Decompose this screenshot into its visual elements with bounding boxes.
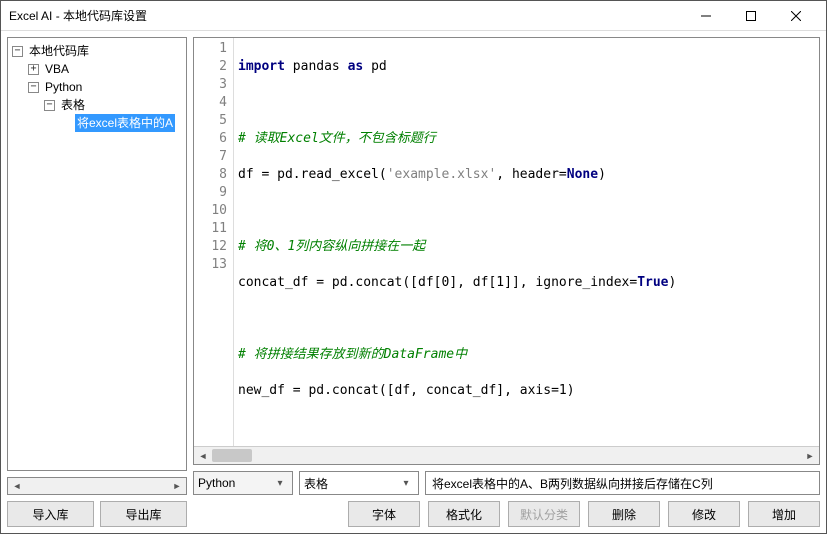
add-button[interactable]: 增加 (748, 501, 820, 527)
chevron-down-icon: ▾ (272, 478, 288, 489)
tree-leaf-selected[interactable]: 将excel表格中的A (10, 114, 184, 132)
tree-hscrollbar[interactable]: ◄ ► (7, 477, 187, 495)
expand-icon[interactable]: + (28, 64, 39, 75)
app-window: Excel AI - 本地代码库设置 −本地代码库 +VBA −Python −… (0, 0, 827, 534)
button-row: 字体 格式化 默认分类 删除 修改 增加 (193, 501, 820, 527)
input-row: Python ▾ 表格 ▾ 将excel表格中的A、B两列数据纵向拼接后存储在C… (193, 471, 820, 495)
close-button[interactable] (773, 1, 818, 31)
line-gutter: 12345678910111213 (194, 38, 234, 446)
tree-node-vba[interactable]: +VBA (10, 60, 184, 78)
editor-hscrollbar[interactable]: ◄ ► (194, 446, 819, 464)
titlebar: Excel AI - 本地代码库设置 (1, 1, 826, 31)
code-editor[interactable]: 12345678910111213 import pandas as pd # … (193, 37, 820, 465)
tree-root[interactable]: −本地代码库 (10, 42, 184, 60)
window-title: Excel AI - 本地代码库设置 (9, 7, 683, 24)
description-input[interactable]: 将excel表格中的A、B两列数据纵向拼接后存储在C列 (425, 471, 820, 495)
language-combo[interactable]: Python ▾ (193, 471, 293, 495)
tree-node-python[interactable]: −Python (10, 78, 184, 96)
minimize-button[interactable] (683, 1, 728, 31)
scroll-right-icon[interactable]: ► (168, 478, 186, 494)
export-button[interactable]: 导出库 (100, 501, 187, 527)
collapse-icon[interactable]: − (28, 82, 39, 93)
tree-view[interactable]: −本地代码库 +VBA −Python −表格 将excel表格中的A (7, 37, 187, 471)
collapse-icon[interactable]: − (44, 100, 55, 111)
chevron-down-icon: ▾ (398, 478, 414, 489)
body: −本地代码库 +VBA −Python −表格 将excel表格中的A ◄ ► … (1, 31, 826, 533)
delete-button[interactable]: 删除 (588, 501, 660, 527)
left-panel: −本地代码库 +VBA −Python −表格 将excel表格中的A ◄ ► … (7, 37, 187, 527)
format-button[interactable]: 格式化 (428, 501, 500, 527)
scroll-left-icon[interactable]: ◄ (194, 447, 212, 464)
scroll-right-icon[interactable]: ► (801, 447, 819, 464)
right-panel: 12345678910111213 import pandas as pd # … (193, 37, 820, 527)
font-button[interactable]: 字体 (348, 501, 420, 527)
code-area[interactable]: import pandas as pd # 读取Excel文件，不包含标题行 d… (234, 38, 819, 446)
collapse-icon[interactable]: − (12, 46, 23, 57)
import-button[interactable]: 导入库 (7, 501, 94, 527)
scroll-thumb[interactable] (212, 449, 252, 462)
modify-button[interactable]: 修改 (668, 501, 740, 527)
default-category-button: 默认分类 (508, 501, 580, 527)
maximize-button[interactable] (728, 1, 773, 31)
category-combo[interactable]: 表格 ▾ (299, 471, 419, 495)
scroll-left-icon[interactable]: ◄ (8, 478, 26, 494)
tree-node-sheet[interactable]: −表格 (10, 96, 184, 114)
